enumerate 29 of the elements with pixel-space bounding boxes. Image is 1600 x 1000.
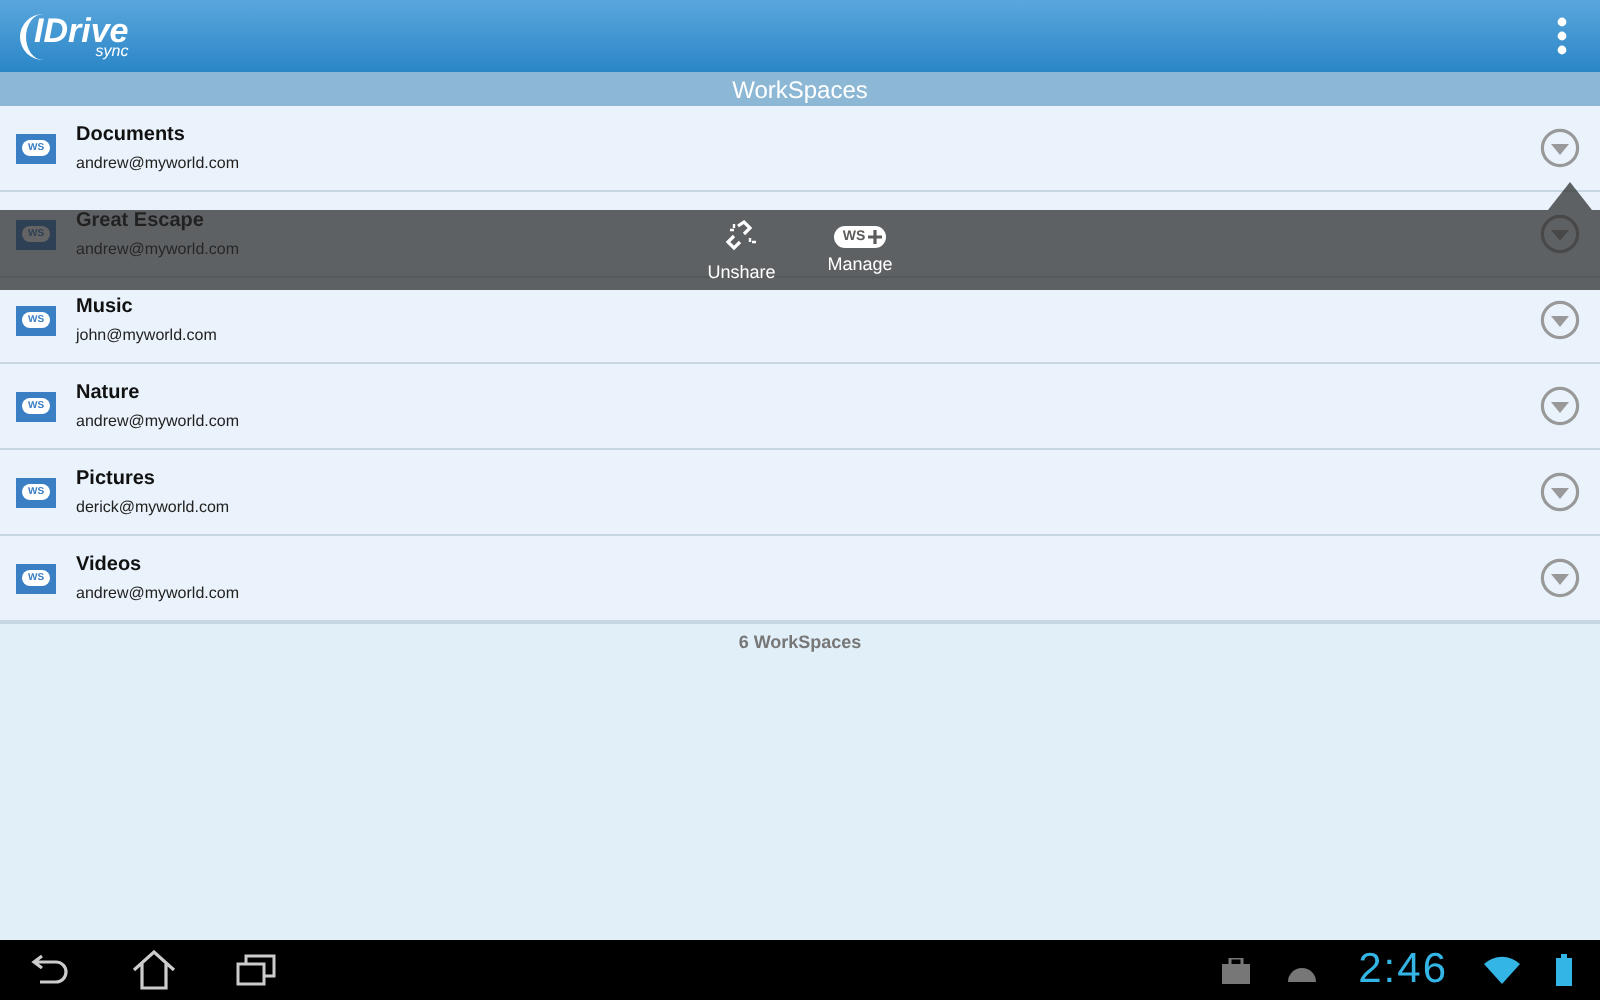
dropdown-icon[interactable] [1540, 558, 1580, 598]
workspace-owner: andrew@myworld.com [76, 154, 241, 172]
workspace-name: Pictures [76, 468, 157, 490]
workspace-name: Nature [76, 382, 142, 404]
briefcase-icon [1222, 957, 1251, 983]
broken-link-icon [723, 219, 760, 255]
recent-apps-icon[interactable] [236, 954, 276, 986]
battery-icon [1556, 954, 1572, 986]
back-icon[interactable] [28, 954, 72, 986]
workspace-name: Videos [76, 554, 144, 576]
app-logo: IDrive sync [20, 13, 129, 59]
workspace-count: 6 WorkSpaces [738, 632, 862, 652]
workspace-name: Music [76, 296, 135, 318]
workspace-owner: andrew@myworld.com [76, 584, 241, 602]
workspace-owner: derick@myworld.com [76, 498, 232, 516]
dropdown-icon[interactable] [1540, 300, 1580, 340]
clock: 2:46 [1358, 946, 1448, 994]
workspace-name: Great Escape [76, 210, 206, 232]
workspace-owner: andrew@myworld.com [76, 240, 241, 258]
dropdown-icon[interactable] [1540, 128, 1580, 168]
page-title: WorkSpaces [732, 75, 868, 103]
workspace-owner: john@myworld.com [76, 326, 219, 344]
workspace-name: Documents [76, 124, 187, 146]
wifi-icon [1484, 956, 1520, 984]
workspace-owner: andrew@myworld.com [76, 412, 241, 430]
overflow-menu-icon[interactable] [1556, 16, 1568, 56]
dropdown-icon[interactable] [1540, 386, 1580, 426]
dropdown-icon[interactable] [1540, 472, 1580, 512]
home-icon[interactable] [132, 950, 176, 990]
